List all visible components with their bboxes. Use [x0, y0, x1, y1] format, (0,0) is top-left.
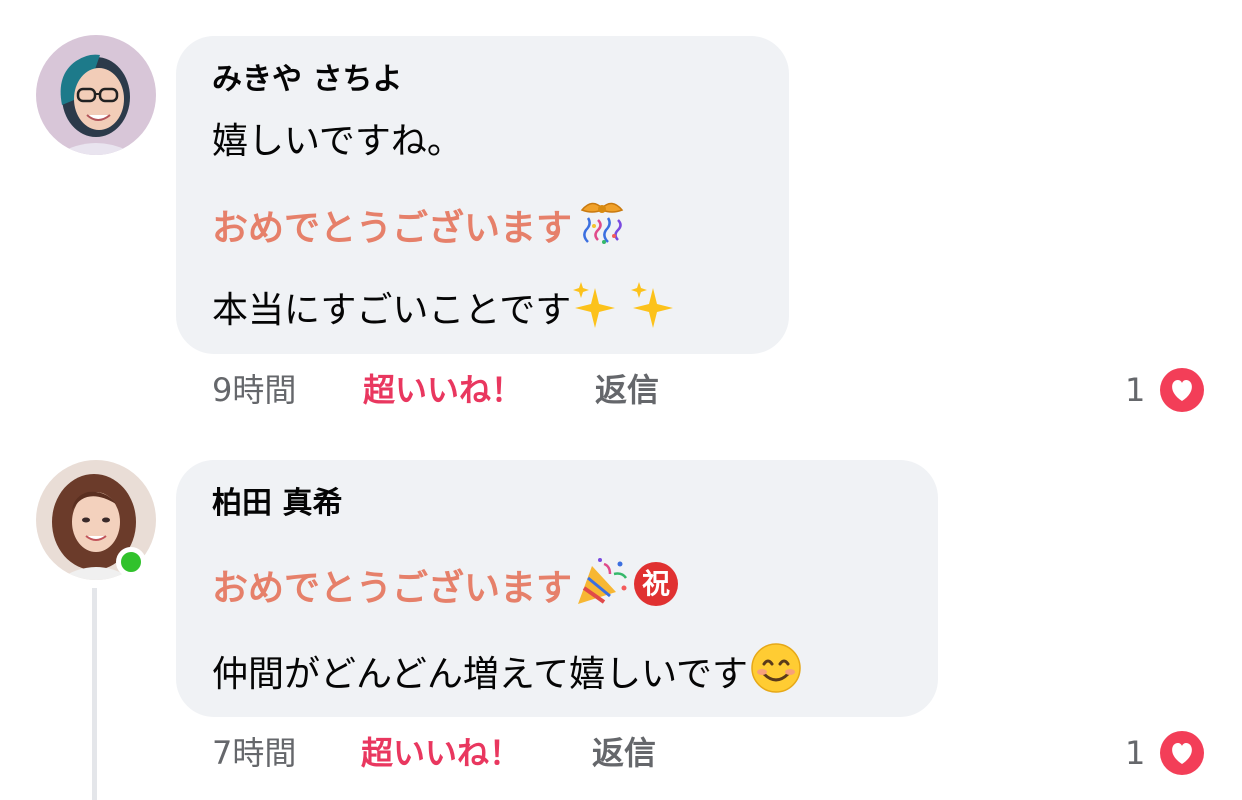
reaction-count[interactable]: 1 — [1125, 370, 1145, 410]
heart-icon[interactable] — [1158, 729, 1206, 777]
super-like-button[interactable]: 超いいね！ — [363, 370, 523, 410]
reply-button[interactable]: 返信 — [592, 733, 656, 773]
comment-timestamp[interactable]: 9時間 — [212, 370, 296, 410]
comment-text: 仲間がどんどん増えて嬉しいです — [212, 654, 749, 695]
super-like-button[interactable]: 超いいね！ — [361, 733, 521, 773]
comment-text-accent: おめでとうございます — [212, 208, 573, 249]
comment-text-line: おめでとうございます — [212, 196, 630, 259]
reaction-count[interactable]: 1 — [1125, 733, 1145, 773]
smiling-face-emoji — [750, 642, 802, 705]
comment-text-line: 仲間がどんどん増えて嬉しいです — [212, 642, 802, 705]
party-popper-emoji — [574, 556, 630, 619]
sparkles-emoji — [573, 280, 685, 341]
comment-text-line: おめでとうございます 祝 — [212, 556, 680, 619]
comment-text-line: 本当にすごいことです — [212, 280, 685, 341]
reply-thread-line — [92, 588, 97, 800]
comment-author-name[interactable]: 柏田 真希 — [212, 486, 342, 522]
comment-timestamp[interactable]: 7時間 — [212, 733, 296, 773]
comment-text: 本当にすごいことです — [212, 290, 572, 331]
commenter-avatar[interactable] — [36, 35, 156, 155]
celebration-kanji-emoji: 祝 — [632, 560, 680, 608]
comment-author-name[interactable]: みきや さちよ — [212, 62, 402, 98]
reply-button[interactable]: 返信 — [595, 370, 659, 410]
wrapped-gift-confetti-emoji — [574, 196, 630, 259]
comment-text-accent: おめでとうございます — [212, 568, 573, 609]
celebration-kanji-text: 祝 — [642, 567, 671, 600]
online-status-indicator — [116, 547, 146, 577]
comment-text-line: 嬉しいですね。 — [212, 121, 463, 162]
heart-icon[interactable] — [1158, 366, 1206, 414]
